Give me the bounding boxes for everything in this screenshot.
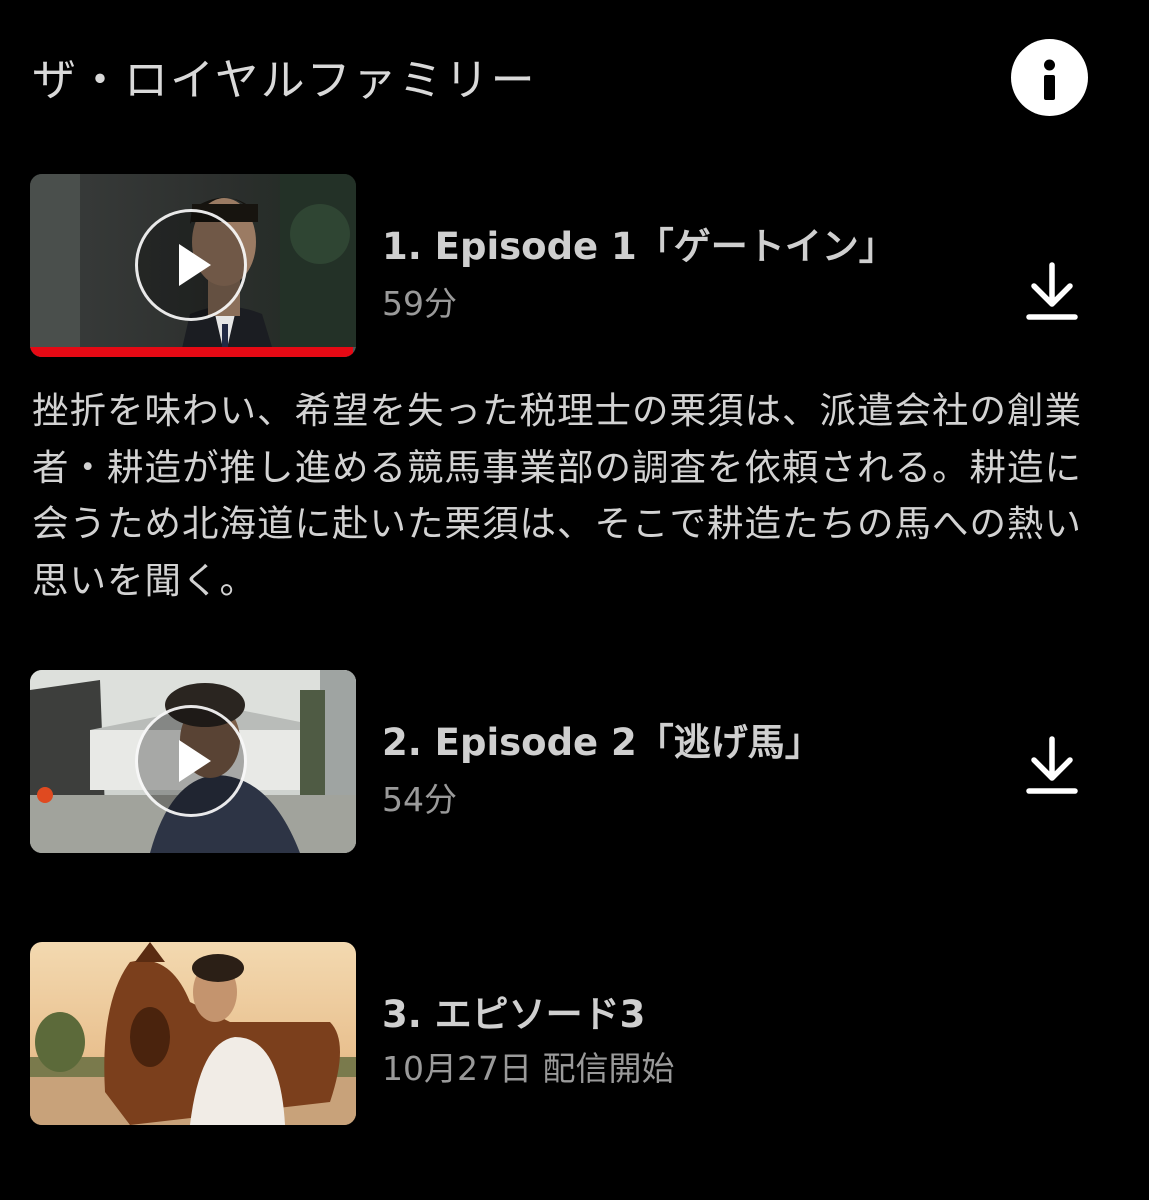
episode-2-title: 2. Episode 2「逃げ馬」	[382, 721, 822, 764]
episode-1-thumbnail[interactable]	[30, 174, 356, 357]
download-button-1[interactable]	[1020, 259, 1084, 329]
episode-2-thumbnail[interactable]	[30, 670, 356, 853]
episode-1-synopsis: 挫折を味わい、希望を失った税理士の栗須は、派遣会社の創業者・耕造が推し進める競馬…	[32, 389, 1082, 602]
play-icon	[179, 740, 211, 782]
play-button[interactable]	[135, 705, 247, 817]
watch-progress-bar	[30, 347, 356, 357]
show-title: ザ・ロイヤルファミリー	[32, 55, 537, 106]
header: ザ・ロイヤルファミリー	[0, 0, 1149, 150]
episode-3-title: 3. エピソード3	[382, 993, 646, 1036]
info-button[interactable]	[1011, 39, 1088, 116]
episode-3-release-date: 10月27日 配信開始	[382, 1049, 675, 1088]
info-icon	[1044, 59, 1055, 100]
play-icon	[179, 244, 211, 286]
play-button[interactable]	[135, 209, 247, 321]
watch-progress-fill	[30, 347, 353, 357]
download-icon	[1026, 262, 1078, 320]
episode-2-duration: 54分	[382, 780, 457, 819]
download-icon	[1026, 736, 1078, 794]
episode-3-image	[30, 942, 356, 1125]
episode-1-title: 1. Episode 1「ゲートイン」	[382, 225, 896, 268]
download-button-2[interactable]	[1020, 733, 1084, 803]
episode-3-thumbnail[interactable]	[30, 942, 356, 1125]
episode-1-duration: 59分	[382, 284, 457, 323]
